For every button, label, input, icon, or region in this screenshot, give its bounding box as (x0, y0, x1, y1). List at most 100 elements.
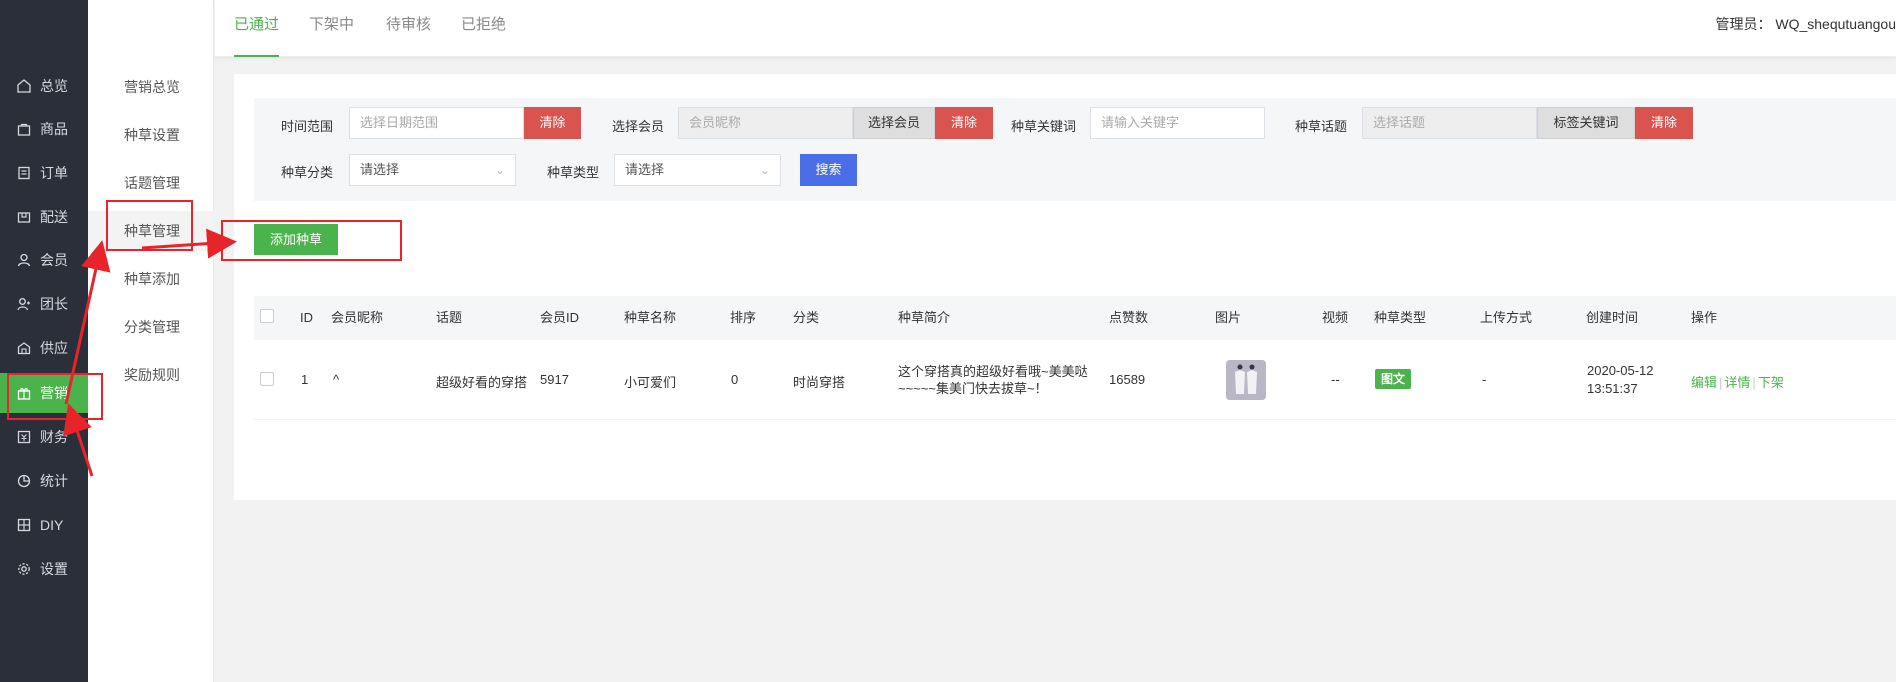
tab-pending[interactable]: 待审核 (386, 0, 431, 57)
col-created: 创建时间 (1586, 310, 1639, 325)
type-badge: 图文 (1375, 369, 1412, 389)
col-intro: 种草简介 (898, 310, 951, 325)
col-id: ID (300, 310, 313, 325)
nav-item-stats[interactable]: 统计 (0, 461, 88, 501)
annotation-box-manage (106, 200, 193, 251)
nav-item-delivery[interactable]: 配送 (0, 197, 88, 237)
tab-rejected[interactable]: 已拒绝 (461, 0, 506, 57)
keyword-input[interactable]: 请输入关键字 (1090, 107, 1265, 139)
nav-label: 供应 (40, 340, 68, 356)
order-icon (16, 165, 32, 181)
nav-item-goods[interactable]: 商品 (0, 109, 88, 149)
col-topic: 话题 (436, 310, 463, 325)
search-button[interactable]: 搜索 (800, 154, 857, 186)
product-thumbnail[interactable] (1226, 360, 1266, 400)
cell-created: 2020-05-12 13:51:37 (1587, 362, 1654, 398)
tab-offline[interactable]: 下架中 (309, 0, 354, 57)
col-image: 图片 (1215, 310, 1242, 325)
col-name: 种草名称 (624, 310, 677, 325)
separator: | (1752, 375, 1756, 390)
select-member-label: 选择会员 (612, 119, 665, 134)
time-range-label: 时间范围 (281, 119, 334, 134)
subnav-item-settings[interactable]: 种草设置 (88, 115, 214, 155)
nav-label: 商品 (40, 121, 68, 137)
main-sidebar: 总览 商品 订单 配送 会员 团长 供应 营销 财务 统计 DIY 设置 (0, 0, 88, 682)
cell-actions: 编辑 | 详情 | 下架 (1691, 372, 1784, 391)
nav-label: 订单 (40, 165, 68, 181)
separator: | (1719, 375, 1723, 390)
row-checkbox[interactable] (260, 372, 274, 386)
home-icon (16, 78, 32, 94)
tag-keyword-button[interactable]: 标签关键词 (1537, 107, 1635, 139)
offline-link[interactable]: 下架 (1758, 375, 1784, 390)
cell-topic: 超级好看的穿搭 (436, 375, 528, 390)
nav-item-finance[interactable]: 财务 (0, 417, 88, 457)
nav-item-members[interactable]: 会员 (0, 240, 88, 280)
cell-member-id: 5917 (540, 372, 569, 387)
col-likes: 点赞数 (1109, 310, 1149, 325)
cell-name: 小可爱们 (624, 375, 677, 390)
bag-icon (16, 121, 32, 137)
topic-label: 种草话题 (1295, 119, 1348, 134)
col-upload: 上传方式 (1480, 310, 1533, 325)
clear-member-button[interactable]: 清除 (935, 107, 993, 139)
admin-label: 管理员： WQ_shequtuangou (1715, 16, 1896, 32)
cell-id: 1 (301, 372, 309, 387)
cell-intro-line1: 这个穿搭真的超级好看哦~美美哒 (898, 364, 1088, 379)
subnav-item-add[interactable]: 种草添加 (88, 259, 214, 299)
cell-intro-line2: ~~~~~集美门快去拔草~！ (898, 381, 1048, 396)
annotation-box-add (221, 220, 402, 261)
nav-item-diy[interactable]: DIY (0, 505, 88, 545)
nav-label: 财务 (40, 429, 68, 445)
subnav-item-overview[interactable]: 营销总览 (88, 67, 214, 107)
subnav-item-categories[interactable]: 分类管理 (88, 307, 214, 347)
top-tab-bar: 已通过 下架中 待审核 已拒绝 管理员： WQ_shequtuangou (215, 0, 1896, 57)
nav-item-orders[interactable]: 订单 (0, 153, 88, 193)
subnav-item-topics[interactable]: 话题管理 (88, 163, 214, 203)
col-type: 种草类型 (1374, 310, 1427, 325)
nav-label: 会员 (40, 252, 68, 268)
annotation-box-marketing (7, 373, 103, 420)
detail-link[interactable]: 详情 (1724, 375, 1750, 390)
cell-sort: 0 (731, 372, 739, 387)
date-range-input[interactable]: 选择日期范围 (349, 107, 524, 139)
subnav-item-rewards[interactable]: 奖励规则 (88, 355, 214, 395)
clear-topic-button[interactable]: 清除 (1635, 107, 1693, 139)
nav-label: DIY (40, 517, 64, 533)
cell-upload: - (1482, 372, 1487, 387)
marketing-subnav: 营销总览 种草设置 话题管理 种草管理 种草添加 分类管理 奖励规则 (88, 0, 214, 682)
col-nickname: 会员昵称 (331, 310, 384, 325)
col-actions: 操作 (1691, 310, 1718, 325)
category-select-value: 请选择 (360, 162, 400, 177)
category-select[interactable]: 请选择 ⌄ (349, 154, 516, 186)
chevron-down-icon: ⌄ (494, 163, 505, 177)
select-all-checkbox[interactable] (260, 309, 274, 323)
clear-date-button[interactable]: 清除 (524, 107, 581, 139)
col-member-id: 会员ID (540, 310, 580, 325)
chart-icon (16, 473, 32, 489)
cell-created-date: 2020-05-12 (1587, 363, 1654, 378)
table-header: ID 会员昵称 话题 会员ID 种草名称 排序 分类 种草简介 点赞数 图片 视… (254, 296, 1896, 340)
cell-created-time: 13:51:37 (1587, 381, 1638, 396)
nav-label: 设置 (40, 561, 68, 577)
nav-label: 统计 (40, 473, 68, 489)
tab-approved[interactable]: 已通过 (234, 0, 280, 57)
nav-item-leaders[interactable]: 团长 (0, 284, 88, 324)
supply-icon (16, 340, 32, 356)
nav-item-settings[interactable]: 设置 (0, 549, 88, 589)
keyword-label: 种草关键词 (1011, 119, 1077, 134)
edit-link[interactable]: 编辑 (1691, 375, 1717, 390)
cell-category: 时尚穿搭 (793, 375, 846, 390)
col-category: 分类 (793, 310, 820, 325)
member-nickname-input[interactable]: 会员昵称 (678, 107, 853, 139)
nav-item-overview[interactable]: 总览 (0, 66, 88, 106)
nav-label: 配送 (40, 209, 68, 225)
cell-nickname: ^ (333, 372, 340, 387)
topic-input[interactable]: 选择话题 (1362, 107, 1537, 139)
type-select[interactable]: 请选择 ⌄ (614, 154, 781, 186)
nav-label: 总览 (40, 78, 68, 94)
delivery-icon (16, 209, 32, 225)
nav-item-supply[interactable]: 供应 (0, 328, 88, 368)
select-member-button[interactable]: 选择会员 (853, 107, 935, 139)
filter-panel: 时间范围 选择日期范围 清除 选择会员 会员昵称 选择会员 清除 种草关键词 请… (254, 98, 1896, 201)
